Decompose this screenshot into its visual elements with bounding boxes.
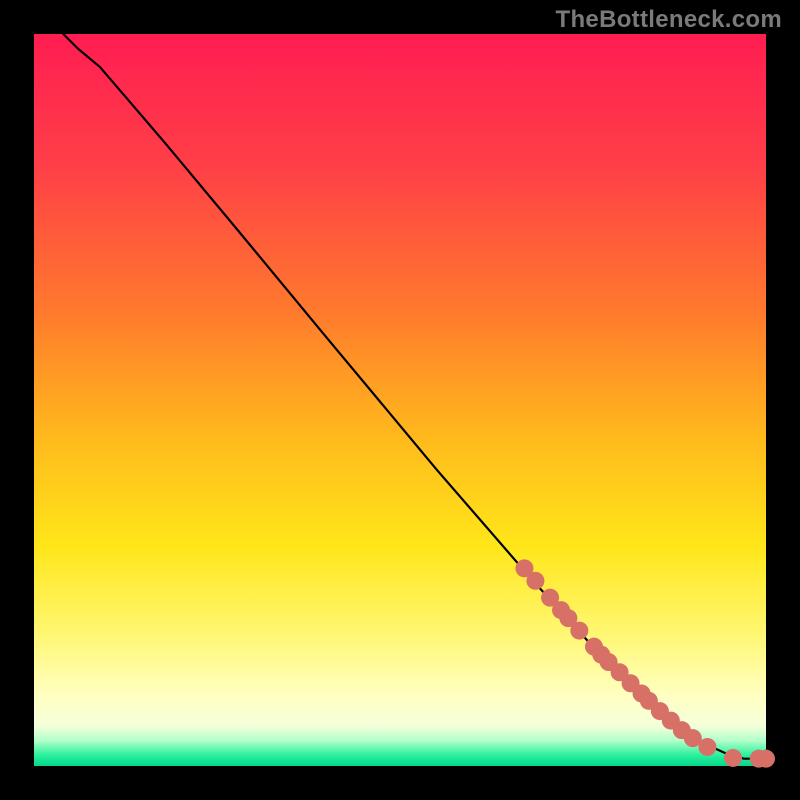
watermark-text: TheBottleneck.com — [556, 6, 782, 34]
chart-frame: TheBottleneck.com — [0, 0, 800, 800]
data-marker — [724, 749, 742, 767]
data-marker — [698, 738, 716, 756]
data-marker — [526, 572, 544, 590]
data-marker — [570, 622, 588, 640]
data-marker — [757, 750, 775, 768]
chart-svg — [0, 0, 800, 800]
plot-background — [34, 34, 766, 766]
